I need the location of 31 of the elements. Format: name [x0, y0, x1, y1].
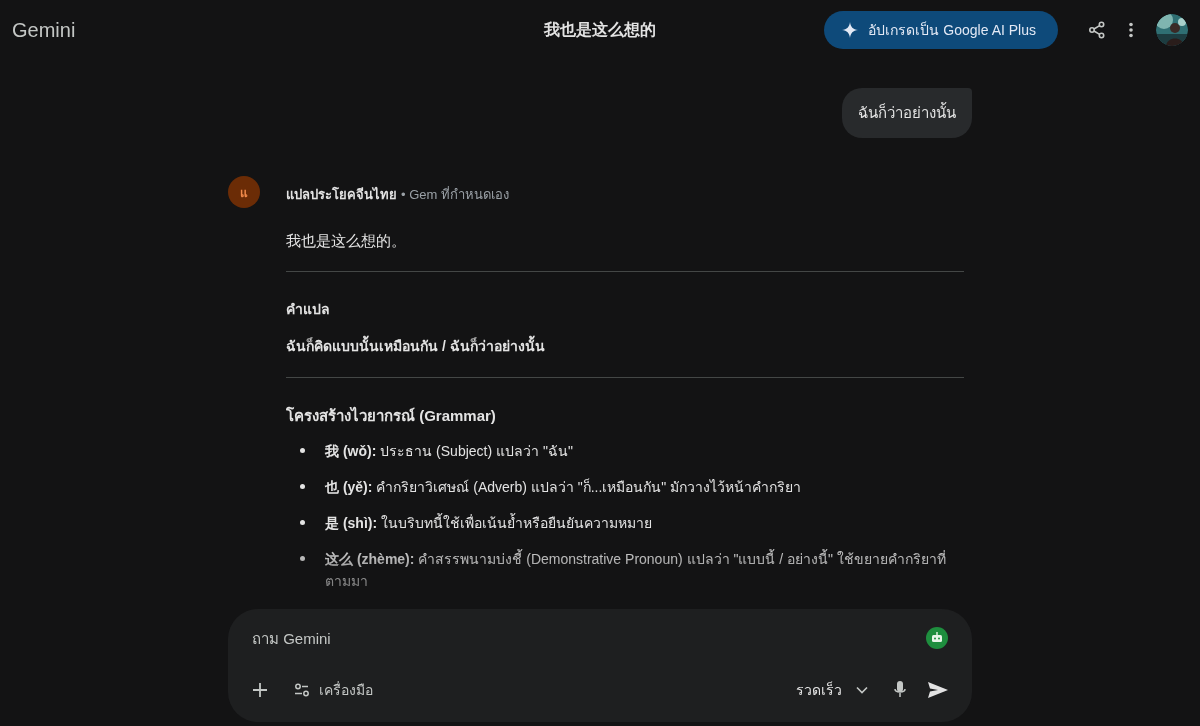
microphone-icon[interactable] [894, 681, 906, 699]
upgrade-button[interactable]: อัปเกรดเป็น Google AI Plus [824, 11, 1058, 49]
bullet-icon [300, 484, 305, 489]
section-heading: คำแปล [286, 300, 331, 319]
send-icon[interactable] [928, 682, 948, 698]
prompt-input[interactable]: ถาม Gemini [250, 628, 926, 648]
grammar-point: 是 (shì): ในบริบทนี้ใช้เพื่อเน้นย้ำหรือยืนยันความหมาย [325, 512, 652, 533]
chevron-down-icon [856, 686, 868, 694]
app-name: Gemini [12, 18, 76, 42]
sparkle-icon [842, 22, 859, 38]
user-message: ฉันก็ว่าอย่างนั้น [842, 88, 972, 138]
share-icon[interactable] [1088, 21, 1106, 39]
section-heading: โครงสร้างไวยากรณ์ (Grammar) [286, 405, 497, 426]
bullet-icon [300, 448, 305, 453]
sliders-icon [294, 683, 310, 697]
chat-title: 我也是这么想的 [544, 19, 656, 40]
translation-text: ฉันก็คิดแบบนั้นเหมือนกัน / ฉันก็ว่าอย่างนั้น [286, 335, 964, 357]
tools-button[interactable]: เครื่องมือ [290, 675, 377, 705]
robot-icon[interactable] [926, 627, 948, 649]
gem-label: • Gem ที่กำหนดเอง [401, 187, 509, 202]
grammar-point: 这么 (zhème): คำสรรพนามบ่งชี้ (Demonstrative Pronoun) แปลว่า "แบบนี้ / อย่างนี้" ใช้ขยายคำกริยาที่ตามมา [325, 548, 947, 591]
gem-avatar: แ [228, 176, 260, 208]
chinese-sentence: 我也是这么想的。 [286, 232, 407, 251]
model-dropdown[interactable]: รวดเร็ว [792, 675, 872, 705]
grammar-point: 我 (wǒ): ประธาน (Subject) แปลว่า "ฉัน" [325, 442, 573, 461]
plus-icon[interactable] [252, 682, 268, 698]
bullet-icon [300, 520, 305, 525]
more-icon[interactable] [1128, 22, 1134, 38]
gem-name: แปลประโยคจีนไทย [286, 187, 397, 202]
bullet-icon [300, 556, 305, 561]
grammar-point: 也 (yě): คำกริยาวิเศษณ์ (Adverb) แปลว่า "ก็...เหมือนกัน" มักวางไว้หน้าคำกริยา [325, 477, 802, 497]
